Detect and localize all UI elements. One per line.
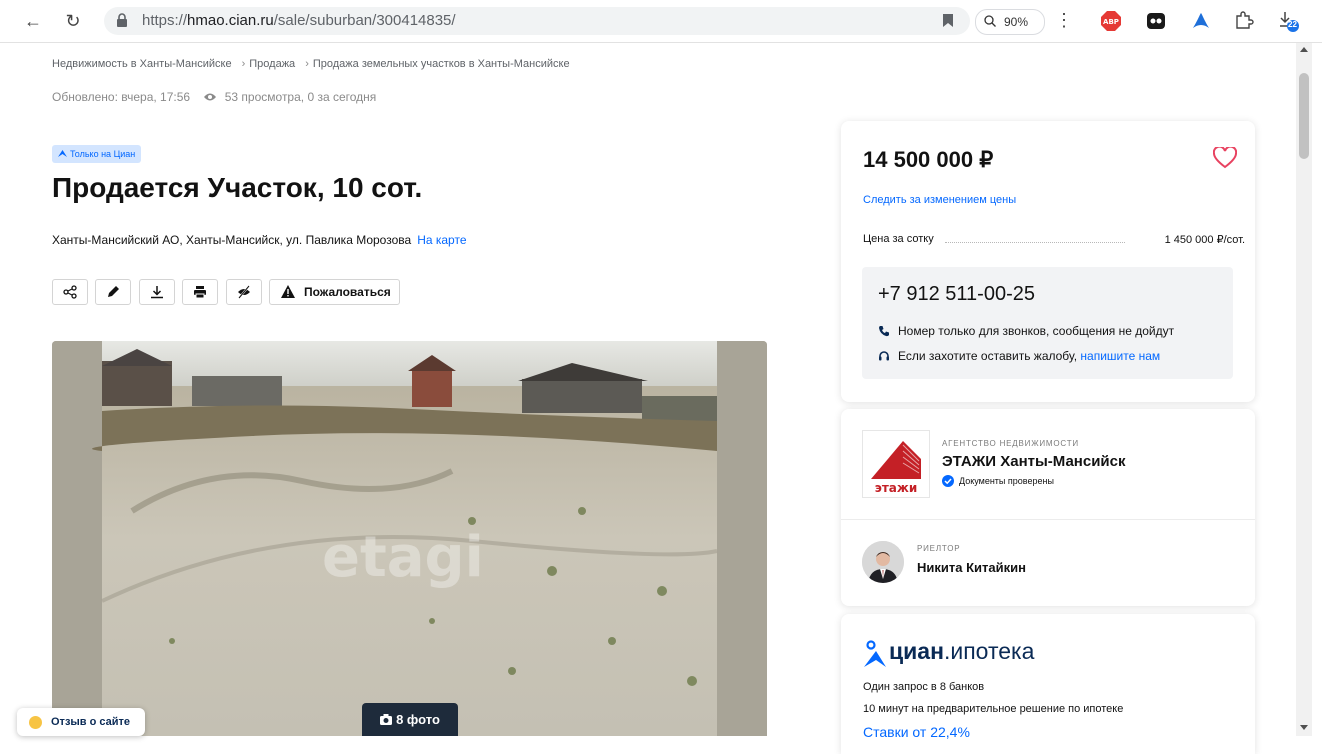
cian-arrow-icon [58,150,67,157]
breadcrumb: Недвижимость в Ханты-Мансийске › Продажа › П… [52,58,574,70]
mortgage-line-2: 10 минут на предварительное решение по и… [863,703,1124,715]
agency-kicker: АГЕНТСТВО НЕДВИЖИМОСТИ [942,439,1079,448]
download-button[interactable] [139,279,175,305]
verified-text: Документы проверены [959,476,1054,486]
complaint-note-text: Если захотите оставить жалобу, [898,349,1078,363]
warning-icon [281,285,295,298]
price-per-sotka-value: 1 450 000 ₽/сот. [1160,233,1245,246]
address: Ханты-Мансийский АО, Ханты-Мансийск, ул.… [52,233,467,247]
photo-counter-button[interactable]: 8 фото [362,703,458,736]
url-text: https://hmao.cian.ru/sale/suburban/30041… [142,12,456,29]
lock-icon [117,13,127,27]
camera-icon [380,714,393,725]
follow-price-link[interactable]: Следить за изменением цены [863,194,1016,206]
land-plot-photo: etagi [52,341,767,736]
dotted-leader [945,242,1125,243]
realtor-avatar[interactable] [862,541,904,583]
divider [841,519,1255,520]
back-arrow-icon[interactable]: ← [22,10,44,32]
updated-text: Обновлено: вчера, 17:56 [52,90,191,104]
listing-meta: Обновлено: вчера, 17:56 53 просмотра, 0 … [52,90,376,104]
verified-badge: Документы проверены [942,475,1054,487]
feedback-label: Отзыв о сайте [51,716,131,728]
zoom-value: 90% [1004,15,1029,29]
breadcrumb-item[interactable]: Продажа земельных участков в Ханты-Манси… [313,58,570,70]
scroll-up-arrow-icon[interactable] [1300,47,1308,52]
phone-note: Номер только для звонков, сообщения не д… [878,324,1174,338]
phone-icon [879,326,889,337]
mortgage-card: циан.ипотека Один запрос в 8 банков 10 м… [841,614,1255,754]
phone-note-text: Номер только для звонков, сообщения не д… [898,324,1175,338]
reload-icon[interactable]: ↻ [62,10,84,32]
mortgage-product-text: .ипотека [943,638,1035,664]
write-us-link[interactable]: напишите нам [1080,349,1160,363]
bookmark-icon[interactable] [942,13,954,28]
chevron-right-icon: › [241,58,246,70]
phone-number[interactable]: +7 912 511-00-25 [878,283,1035,306]
phone-box: +7 912 511-00-25 Номер только для звонко… [862,267,1233,379]
agency-logo-text: этажи [875,481,918,495]
watermark-text: etagi [322,525,484,590]
smile-icon [29,716,42,729]
complaint-note: Если захотите оставить жалобу, напишите … [878,349,1160,363]
menu-kebab-icon[interactable]: ⋮ [1055,10,1073,31]
page-title: Продается Участок, 10 сот. [52,172,423,203]
page-scrollbar[interactable] [1296,43,1312,736]
mortgage-rates-link[interactable]: Ставки от 22,4% [863,724,970,740]
site-feedback-button[interactable]: Отзыв о сайте [17,708,145,736]
agency-logo[interactable]: этажи [862,430,930,498]
scroll-thumb[interactable] [1299,73,1309,159]
print-icon [194,286,206,299]
cian-brand-text: циан [889,638,944,664]
zoom-icon [984,15,996,27]
realtor-kicker: РИЕЛТОР [917,544,961,553]
adblock-icon[interactable]: ABP [1100,10,1122,32]
edit-button[interactable] [95,279,131,305]
views-text: 53 просмотра, 0 за сегодня [224,90,377,104]
download-icon [151,286,163,299]
eye-icon [204,93,217,101]
listing-photo[interactable]: etagi [52,341,767,736]
badge-label: Только на Циан [70,149,136,159]
exclusive-badge: Только на Циан [52,145,142,163]
person-photo-icon [862,541,904,583]
photo-counter-label: 8 фото [396,712,440,727]
scroll-down-arrow-icon[interactable] [1300,725,1308,730]
verified-check-icon [942,475,954,487]
breadcrumb-item[interactable]: Недвижимость в Ханты-Мансийске [52,58,232,70]
chevron-right-icon: › [305,58,309,70]
extension-acrobat-icon[interactable] [1190,10,1212,32]
print-button[interactable] [182,279,218,305]
downloads-icon[interactable]: 22 [1278,10,1300,32]
address-text: Ханты-Мансийский АО, Ханты-Мансийск, ул.… [52,233,412,247]
zoom-indicator[interactable]: 90% [975,9,1045,35]
cian-logo-icon [864,640,886,667]
breadcrumb-item[interactable]: Продажа [249,58,295,70]
hide-button[interactable] [226,279,262,305]
agency-name[interactable]: ЭТАЖИ Ханты-Мансийск [942,453,1126,470]
headset-icon [879,351,889,361]
extension-puzzle-icon[interactable] [1233,10,1255,32]
etazhi-logo-icon: этажи [871,441,921,495]
map-link[interactable]: На карте [417,233,466,247]
extension-mask-icon[interactable] [1145,10,1167,32]
share-icon [63,285,77,299]
price-card: 14 500 000 ₽ Следить за изменением цены … [841,121,1255,402]
realtor-name[interactable]: Никита Китайкин [917,560,1026,575]
complain-label: Пожаловаться [304,285,391,299]
hide-icon [238,285,250,299]
downloads-badge: 22 [1288,20,1297,29]
browser-toolbar: ← ↻ https://hmao.cian.ru/sale/suburban/3… [0,0,1322,43]
price: 14 500 000 ₽ [863,147,994,172]
cian-mortgage-logo[interactable]: циан.ипотека [863,638,1034,668]
favorite-heart-icon[interactable] [1213,147,1237,169]
share-button[interactable] [52,279,88,305]
price-per-sotka-label: Цена за сотку [863,233,938,245]
address-bar[interactable]: https://hmao.cian.ru/sale/suburban/30041… [104,7,970,35]
edit-icon [108,286,119,297]
agent-card: этажи АГЕНТСТВО НЕДВИЖИМОСТИ ЭТАЖИ Ханты… [841,409,1255,606]
svg-text:ABP: ABP [1103,18,1119,26]
complain-button[interactable]: Пожаловаться [269,279,400,305]
mortgage-line-1: Один запрос в 8 банков [863,681,985,693]
